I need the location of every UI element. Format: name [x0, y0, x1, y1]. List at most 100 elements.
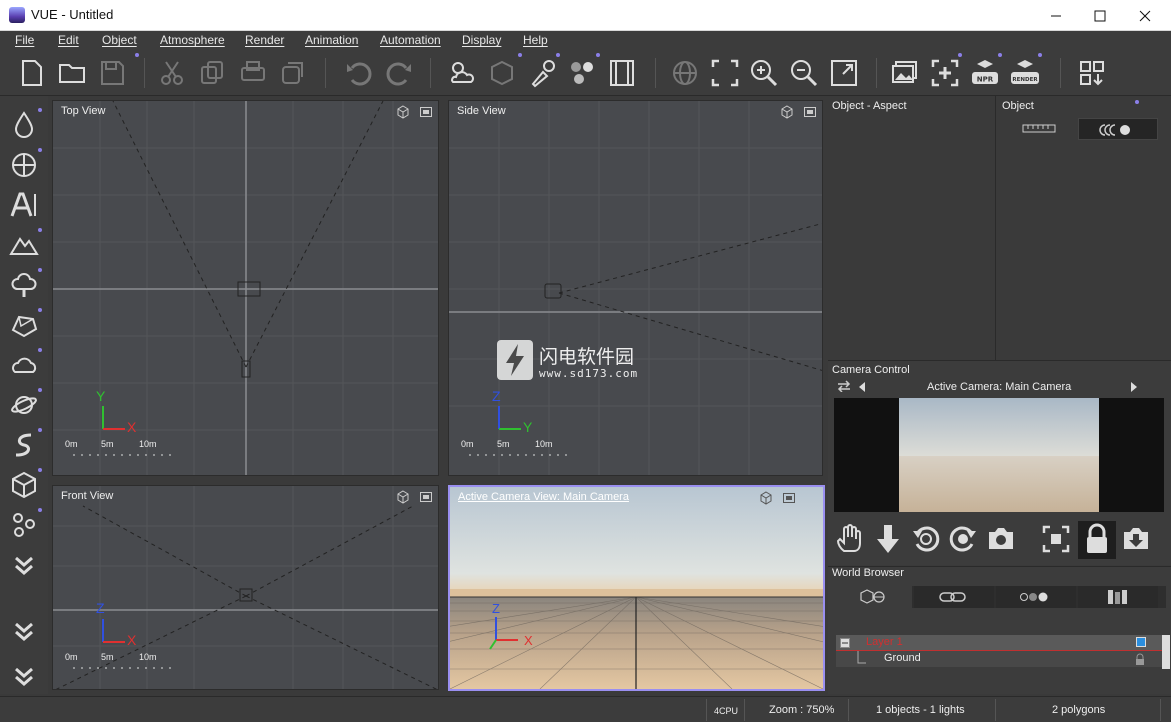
menu-atmosphere[interactable]: Atmosphere — [160, 33, 225, 47]
front-view[interactable]: Front View Z X 0m 5m 10m — [52, 485, 439, 690]
view-maximize-icon[interactable] — [419, 490, 433, 504]
view-maximize-icon[interactable] — [803, 105, 817, 119]
object-row-ground[interactable]: Ground — [836, 651, 1162, 667]
scale-label-0: 0m — [461, 439, 474, 449]
front-view-title: Front View — [61, 490, 114, 502]
top-view[interactable]: Top View Y X 0m 5m 10m — [52, 100, 439, 476]
view-cube-icon[interactable] — [396, 490, 410, 504]
layer-row[interactable]: Layer 1 — [836, 635, 1162, 651]
next-camera-icon[interactable] — [1130, 381, 1138, 393]
planet-icon[interactable] — [7, 388, 41, 422]
close-button[interactable] — [1122, 0, 1168, 31]
light-slider-icon — [1099, 124, 1130, 136]
view-cube-icon[interactable] — [780, 105, 794, 119]
menu-edit[interactable]: Edit — [58, 33, 79, 47]
lock-camera-button[interactable] — [1078, 521, 1116, 559]
menu-file[interactable]: File — [15, 33, 34, 47]
paint-brush-icon[interactable] — [525, 56, 559, 90]
side-view[interactable]: Side View Z Y 0m 5m 10m — [448, 100, 823, 476]
store-camera-icon[interactable] — [1121, 523, 1151, 555]
text-icon[interactable] — [7, 188, 41, 222]
spline-icon[interactable] — [7, 428, 41, 462]
view-maximize-icon[interactable] — [419, 105, 433, 119]
terrain-icon[interactable] — [7, 228, 41, 262]
tab-library[interactable] — [1078, 586, 1158, 608]
copy-icon[interactable] — [195, 56, 229, 90]
rotate-left-icon[interactable] — [911, 523, 941, 555]
maximize-view-icon[interactable] — [827, 56, 861, 90]
cube-icon[interactable] — [7, 468, 41, 502]
zoom-out-icon[interactable] — [787, 56, 821, 90]
gallery-icon[interactable] — [888, 56, 922, 90]
library-icon — [1108, 590, 1127, 604]
toolbar-separator — [144, 58, 145, 88]
water-icon[interactable] — [7, 108, 41, 142]
material-spheres-icon[interactable] — [565, 56, 599, 90]
scale-label-5: 5m — [101, 652, 114, 662]
object-editor-icon[interactable] — [485, 56, 519, 90]
browser-scrollbar[interactable] — [1162, 635, 1170, 669]
expand-down-icon-3[interactable] — [7, 659, 41, 693]
frame-icon[interactable] — [708, 56, 742, 90]
view-maximize-icon[interactable] — [782, 491, 796, 505]
tab-materials[interactable] — [996, 586, 1076, 608]
lock-icon[interactable] — [1134, 653, 1146, 665]
layer-color-swatch[interactable] — [1136, 637, 1146, 647]
save-icon[interactable] — [95, 56, 129, 90]
expand-down-icon-2[interactable] — [7, 614, 41, 648]
menu-render[interactable]: Render — [245, 33, 284, 47]
side-view-axis-1: Z — [492, 388, 501, 404]
menu-help[interactable]: Help — [523, 33, 548, 47]
new-file-icon[interactable] — [15, 56, 49, 90]
rock-icon[interactable] — [7, 308, 41, 342]
render-icon[interactable]: RENDER — [1008, 56, 1042, 90]
frame-selection-icon[interactable] — [1041, 523, 1071, 555]
menu-object[interactable]: Object — [102, 33, 137, 47]
cloud-icon[interactable] — [7, 348, 41, 382]
molecule-icon[interactable] — [7, 508, 41, 542]
camera-view[interactable]: Active Camera View: Main Camera Z X — [448, 485, 825, 691]
menu-automation[interactable]: Automation — [380, 33, 441, 47]
menu-display[interactable]: Display — [462, 33, 501, 47]
zoom-in-icon[interactable] — [747, 56, 781, 90]
tab-links[interactable] — [914, 586, 994, 608]
snapshot-camera-icon[interactable] — [986, 523, 1016, 555]
move-down-icon[interactable] — [873, 523, 903, 555]
world-browser-title: World Browser — [832, 567, 904, 579]
add-object-icon[interactable] — [928, 56, 962, 90]
expand-down-icon[interactable] — [7, 548, 41, 582]
open-folder-icon[interactable] — [55, 56, 89, 90]
globe-icon[interactable] — [668, 56, 702, 90]
prev-camera-icon[interactable] — [858, 381, 866, 393]
tree-icon[interactable] — [7, 268, 41, 302]
view-cube-icon[interactable] — [759, 491, 773, 505]
cut-icon[interactable] — [155, 56, 189, 90]
undo-icon[interactable] — [342, 56, 376, 90]
light-toggle[interactable] — [1078, 118, 1158, 140]
close-icon — [1139, 10, 1151, 21]
collapse-icon[interactable] — [840, 638, 850, 648]
tab-objects[interactable] — [834, 586, 912, 608]
maximize-button[interactable] — [1077, 0, 1123, 31]
swap-arrows-icon[interactable] — [836, 380, 852, 392]
toolbar-separator-3 — [430, 58, 431, 88]
duplicate-icon[interactable] — [276, 56, 310, 90]
atmosphere-editor-icon[interactable] — [445, 56, 479, 90]
top-view-title: Top View — [61, 105, 106, 117]
minimize-button[interactable] — [1033, 0, 1079, 31]
layout-icon[interactable] — [1075, 56, 1109, 90]
hand-pan-icon[interactable] — [835, 523, 865, 555]
ruler-icon[interactable] — [1022, 124, 1056, 134]
sphere-icon[interactable] — [7, 148, 41, 182]
film-strip-icon[interactable] — [605, 56, 639, 90]
polygon-count: 2 polygons — [1052, 704, 1106, 716]
paste-icon[interactable] — [236, 56, 270, 90]
object-toolbar — [0, 96, 48, 694]
menu-animation[interactable]: Animation — [305, 33, 358, 47]
redo-icon[interactable] — [382, 56, 416, 90]
view-cube-icon[interactable] — [396, 105, 410, 119]
top-view-grid — [53, 101, 438, 475]
objects-tab-icon — [860, 589, 885, 604]
rotate-right-icon[interactable] — [948, 523, 978, 555]
npr-render-icon[interactable]: NPR — [968, 56, 1002, 90]
